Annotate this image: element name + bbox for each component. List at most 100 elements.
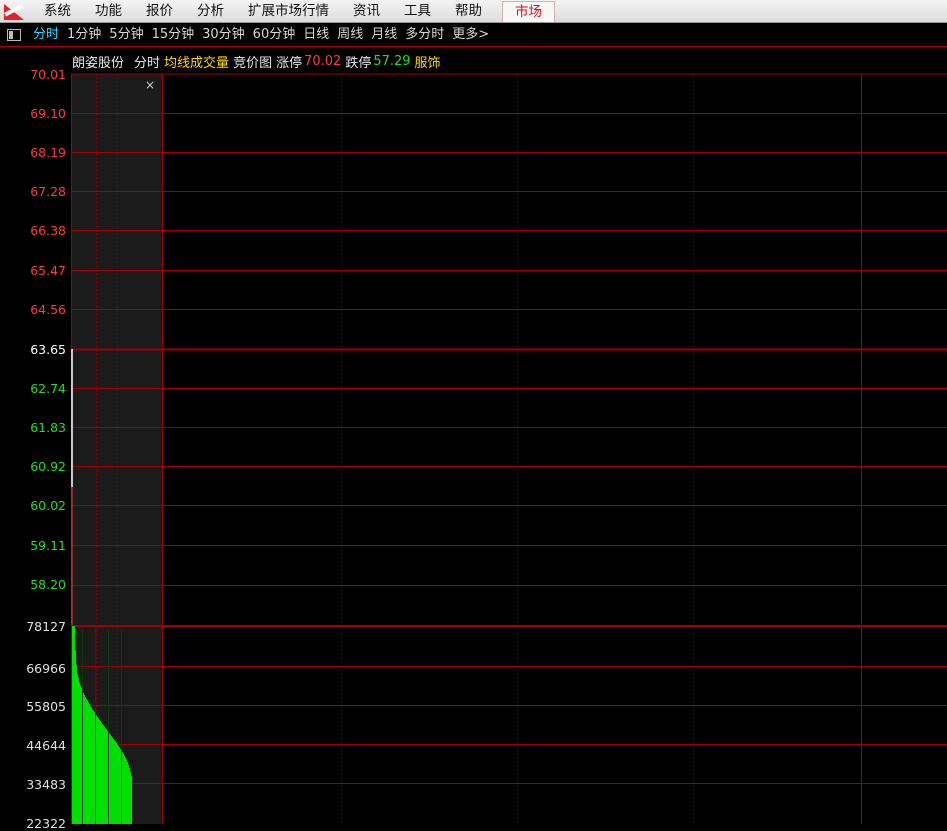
volume-label[interactable]: 成交量 (190, 52, 229, 71)
volume-bar (83, 692, 84, 824)
volume-bar (84, 694, 85, 824)
chart-canvas[interactable] (0, 47, 947, 824)
menu-bar: 系统 功能 报价 分析 扩展市场行情 资讯 工具 帮助 市场 (0, 0, 947, 23)
volume-bar (105, 728, 106, 824)
volume-bar (73, 626, 74, 824)
volume-bar (93, 710, 94, 824)
volume-bar (98, 718, 99, 824)
volume-axis-label: 66966 (26, 661, 66, 676)
volume-bar (112, 737, 113, 824)
sidebar-toggle-icon[interactable] (7, 28, 21, 41)
volume-bar (88, 702, 89, 824)
volume-axis-label: 78127 (26, 619, 66, 634)
tab-5min[interactable]: 5分钟 (105, 24, 147, 46)
volume-bar (92, 709, 93, 824)
volume-axis-label: 55805 (26, 699, 66, 714)
volume-bar (81, 687, 82, 824)
avg-line-label[interactable]: 均线 (164, 52, 190, 71)
volume-bar (110, 734, 111, 824)
intraday-chart[interactable]: 朗姿股份 分时 均线 成交量 竞价图 涨停 70.02 跌停 57.29 服饰 … (0, 47, 947, 831)
menu-item-extended-market[interactable]: 扩展市场行情 (236, 0, 341, 22)
price-axis-label: 58.20 (30, 577, 66, 592)
tab-1min[interactable]: 1分钟 (63, 24, 105, 46)
price-axis-label: 64.56 (30, 302, 66, 317)
volume-bar (79, 682, 80, 824)
stock-name: 朗姿股份 (72, 55, 125, 71)
volume-bar (118, 745, 119, 824)
volume-bar (120, 748, 121, 824)
volume-bar (122, 752, 123, 824)
volume-bar (106, 729, 107, 824)
volume-bar (114, 739, 115, 824)
auction-label[interactable]: 竞价图 (233, 52, 272, 71)
volume-bar (109, 733, 110, 824)
menu-item-quote[interactable]: 报价 (134, 0, 185, 22)
limit-down-value: 57.29 (373, 53, 411, 69)
price-axis-label: 65.47 (30, 263, 66, 278)
volume-bar (107, 730, 108, 824)
volume-bar (123, 753, 124, 824)
menu-item-news[interactable]: 资讯 (341, 0, 392, 22)
menu-item-analysis[interactable]: 分析 (185, 0, 236, 22)
volume-bar (124, 755, 125, 824)
app-logo-icon[interactable] (4, 2, 26, 20)
volume-axis-label: 33483 (26, 777, 66, 792)
volume-bar (76, 664, 77, 824)
volume-bar (117, 744, 118, 824)
menu-item-system[interactable]: 系统 (32, 0, 83, 22)
volume-axis-label: 44644 (26, 738, 66, 753)
menu-item-tools[interactable]: 工具 (392, 0, 443, 22)
mode-label: 分时 (134, 55, 161, 71)
menu-item-function[interactable]: 功能 (83, 0, 134, 22)
volume-bar (116, 742, 117, 824)
volume-bar (91, 707, 92, 824)
volume-bar (102, 724, 103, 824)
tab-15min[interactable]: 15分钟 (148, 24, 199, 46)
menu-item-help[interactable]: 帮助 (443, 0, 494, 22)
volume-bar (74, 626, 75, 824)
tab-intraday[interactable]: 分时 (29, 24, 63, 46)
tab-weekly[interactable]: 周线 (333, 24, 367, 46)
volume-bar (97, 716, 98, 824)
close-auction-icon[interactable]: × (145, 78, 155, 92)
volume-bar (94, 712, 95, 824)
volume-bar (119, 747, 120, 824)
volume-bar (113, 738, 114, 824)
tab-more[interactable]: 更多> (448, 24, 493, 46)
volume-bar (126, 759, 127, 824)
volume-bar (129, 768, 130, 824)
volume-bar (77, 674, 78, 824)
volume-bar (78, 677, 79, 824)
volume-bar (131, 776, 132, 824)
price-axis-label: 59.11 (30, 538, 66, 553)
tab-30min[interactable]: 30分钟 (198, 24, 249, 46)
limit-down-label: 跌停 (345, 55, 372, 71)
price-axis-label: 69.10 (30, 106, 66, 121)
price-axis-label: 60.02 (30, 498, 66, 513)
tab-monthly[interactable]: 月线 (367, 24, 401, 46)
volume-bar (75, 650, 76, 824)
volume-bar (80, 685, 81, 824)
price-axis-label: 61.83 (30, 420, 66, 435)
volume-bar (87, 700, 88, 824)
volume-bar (125, 757, 126, 824)
price-axis-label: 70.01 (30, 67, 66, 82)
tab-60min[interactable]: 60分钟 (249, 24, 300, 46)
sector-label[interactable]: 服饰 (415, 52, 441, 71)
volume-bar (86, 698, 87, 824)
period-toolbar: 分时 1分钟 5分钟 15分钟 30分钟 60分钟 日线 周线 月线 多分时 更… (0, 23, 947, 47)
prev-close-label: 63.65 (30, 342, 66, 357)
volume-bar (100, 721, 101, 824)
volume-bar (85, 697, 86, 824)
tab-daily[interactable]: 日线 (299, 24, 333, 46)
volume-bar (72, 626, 73, 824)
price-axis-label: 68.19 (30, 145, 66, 160)
market-tab[interactable]: 市场 (502, 0, 555, 22)
volume-bar (130, 771, 131, 824)
volume-bar (115, 741, 116, 824)
price-axis-label: 66.38 (30, 223, 66, 238)
volume-bar (104, 726, 105, 824)
price-axis-label: 62.74 (30, 381, 66, 396)
tab-multi-intraday[interactable]: 多分时 (401, 24, 448, 46)
volume-bar (103, 725, 104, 824)
